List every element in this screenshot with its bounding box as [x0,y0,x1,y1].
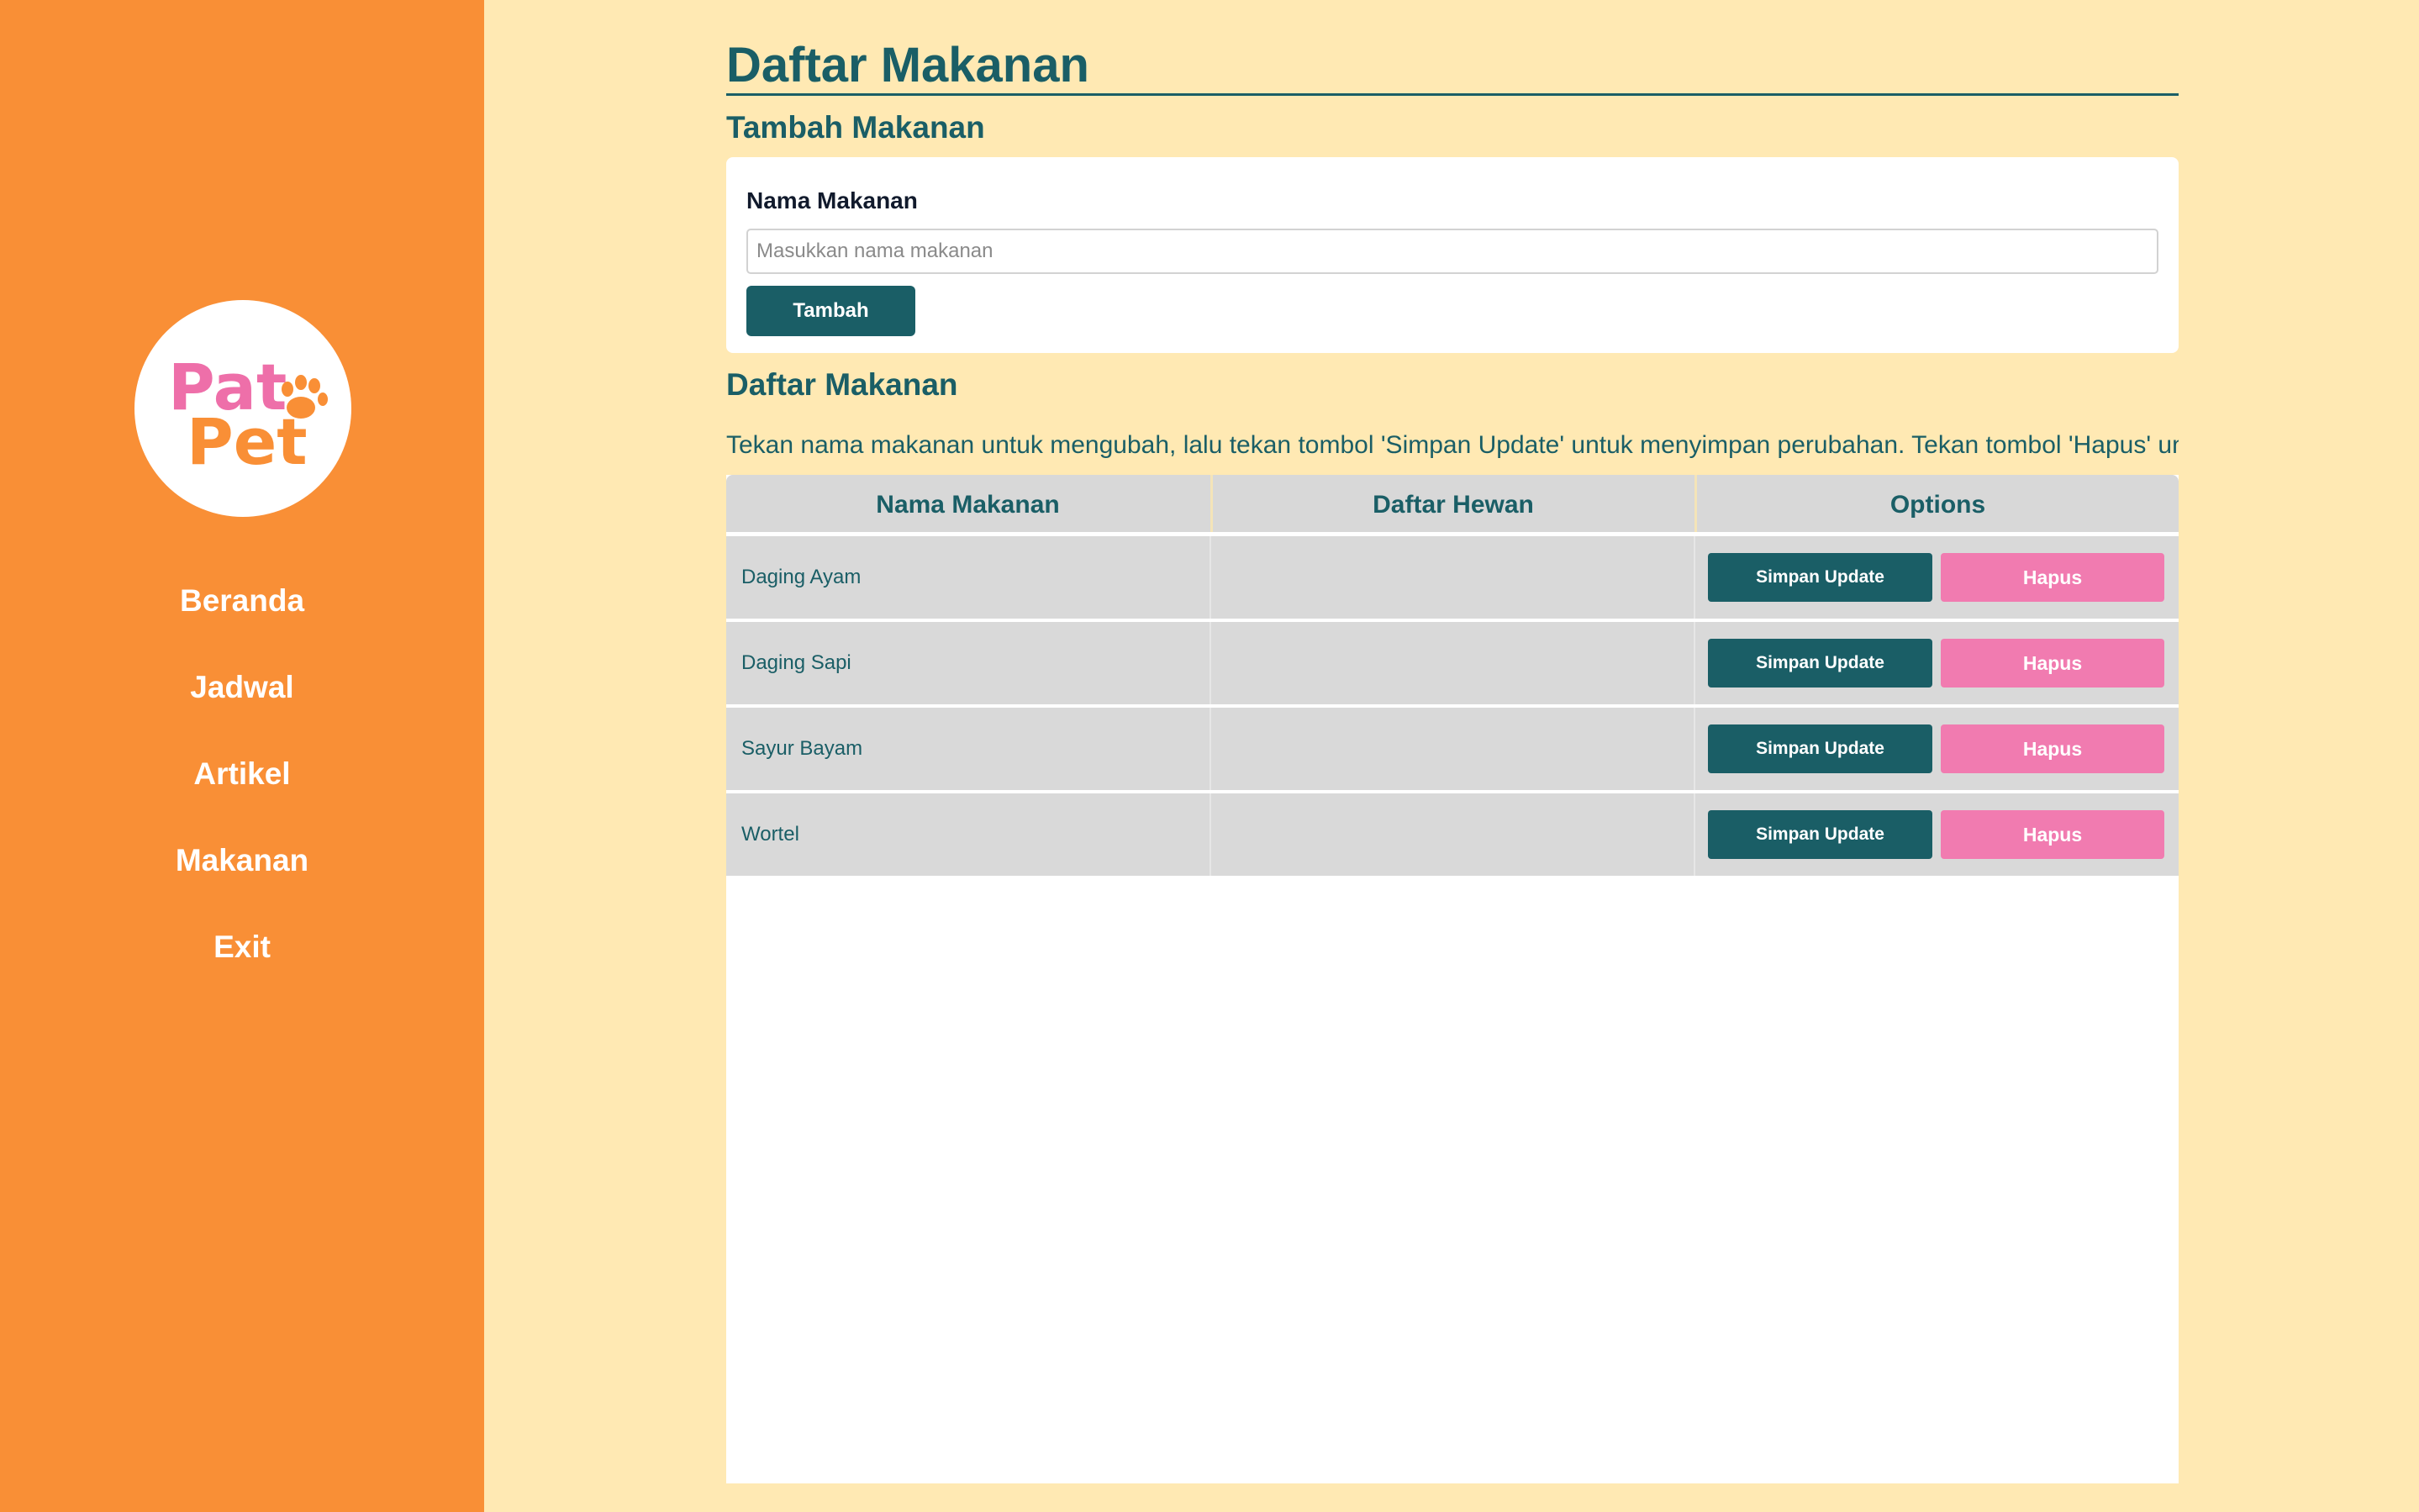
nav-item-exit[interactable]: Exit [0,918,484,1004]
paw-icon [282,375,328,419]
column-divider [1694,622,1695,704]
column-header-nama-makanan: Nama Makanan [876,491,1060,519]
hapus-button[interactable]: Hapus [1941,553,2164,602]
logo-text-pet: Pet [187,404,308,479]
column-divider [1210,622,1211,704]
food-name-cell[interactable]: Daging Ayam [741,536,1195,619]
column-divider [1694,536,1695,619]
sidebar: Pat Pet Beranda Jadwal Artikel Makanan E… [0,0,484,1512]
simpan-update-button[interactable]: Simpan Update [1708,553,1932,602]
simpan-update-button[interactable]: Simpan Update [1708,724,1932,773]
column-divider [1694,708,1695,790]
column-divider [1210,708,1211,790]
add-food-form: Nama Makanan Tambah [726,157,2179,353]
column-header-options: Options [1694,475,2179,532]
instructions-text: Tekan nama makanan untuk mengubah, lalu … [726,431,2179,459]
column-divider [1210,536,1211,619]
table-row: Sayur Bayam Simpan Update Hapus [726,708,2179,790]
column-divider [1210,793,1211,876]
nav-item-beranda[interactable]: Beranda [0,572,484,658]
simpan-update-button[interactable]: Simpan Update [1708,639,1932,688]
food-name-cell[interactable]: Daging Sapi [741,622,1195,704]
hapus-button[interactable]: Hapus [1941,810,2164,859]
food-name-cell[interactable]: Wortel [741,793,1195,876]
simpan-update-button[interactable]: Simpan Update [1708,810,1932,859]
table-header: Nama Makanan Daftar Hewan Options [726,475,2179,532]
logo-graphic: Pat Pet [168,350,328,479]
table-row: Daging Ayam Simpan Update Hapus [726,536,2179,619]
food-name-input[interactable] [746,229,2158,274]
food-table: Nama Makanan Daftar Hewan Options Daging… [726,475,2179,1483]
column-divider [1694,793,1695,876]
list-section-title: Daftar Makanan [726,367,958,402]
page-title: Daftar Makanan [726,39,2179,96]
table-row: Wortel Simpan Update Hapus [726,793,2179,876]
column-header-daftar-hewan: Daftar Hewan [1210,475,1694,532]
nav-item-artikel[interactable]: Artikel [0,745,484,831]
food-name-label: Nama Makanan [746,187,918,213]
table-row: Daging Sapi Simpan Update Hapus [726,622,2179,704]
patpet-logo[interactable]: Pat Pet [134,300,351,517]
food-name-cell[interactable]: Sayur Bayam [741,708,1195,790]
add-food-button[interactable]: Tambah [746,286,915,336]
hapus-button[interactable]: Hapus [1941,724,2164,773]
nav-item-jadwal[interactable]: Jadwal [0,658,484,745]
add-section-title: Tambah Makanan [726,110,985,145]
sidebar-nav: Beranda Jadwal Artikel Makanan Exit [0,572,484,1004]
nav-item-makanan[interactable]: Makanan [0,831,484,918]
hapus-button[interactable]: Hapus [1941,639,2164,688]
